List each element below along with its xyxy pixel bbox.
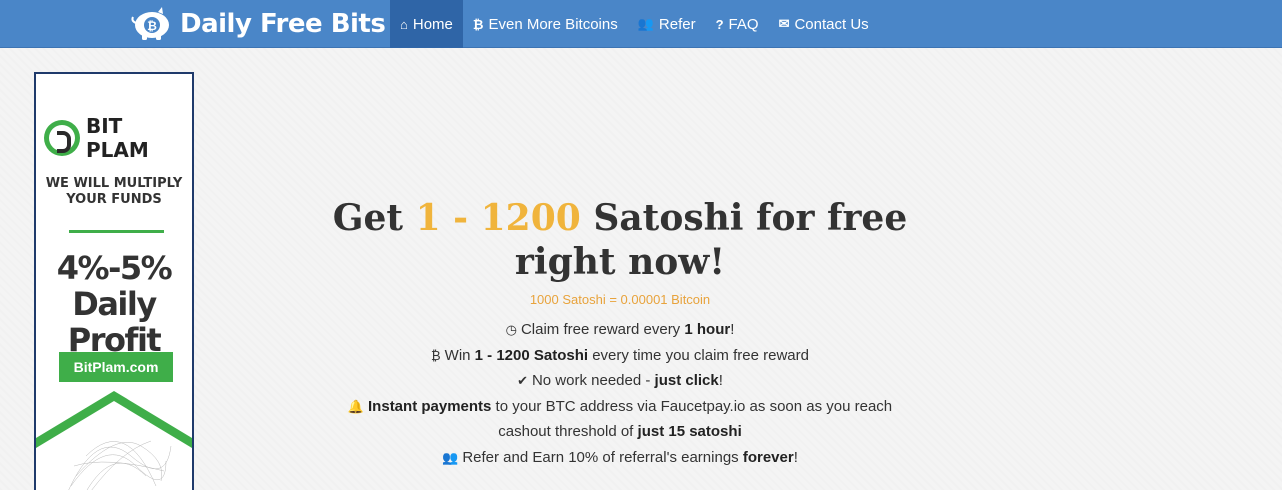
hero-title-pre: Get	[332, 197, 416, 239]
ad-profit-rate: 4%-5%	[56, 249, 173, 287]
clock-icon: ◷	[505, 322, 517, 337]
users-icon: 👥	[442, 449, 459, 465]
ad-profit-label: Daily Profit	[67, 285, 162, 359]
conversion-rate: 1000 Satoshi = 0.00001 Bitcoin	[529, 292, 711, 307]
main-nav: ⌂ Home ₿ Even More Bitcoins 👥 Refer? FAQ ✉ Conta…	[390, 0, 879, 48]
ad-logo: BIT PLAM	[44, 114, 192, 162]
svg-text:₿: ₿	[147, 19, 157, 33]
nav-label: Home	[412, 15, 453, 33]
brand-name: Daily Free Bits	[180, 9, 386, 39]
side-advertisement[interactable]: BIT PLAM WE WILL MULTIPLY YOUR FUNDS 4%-…	[34, 72, 194, 490]
nav-even-more-bitcoins[interactable]: ₿ Even More Bitcoins	[463, 0, 628, 48]
envelope-icon: ✉	[778, 16, 790, 31]
piggy-bank-bitcoin-icon: ₿	[131, 7, 169, 40]
feature-highlight: forever	[742, 448, 794, 466]
feature-item: ◷ Claim free reward every 1 hour!	[320, 317, 920, 343]
feature-highlight: Instant payments	[368, 397, 492, 415]
feature-text: !	[718, 372, 723, 389]
nav-contact-us[interactable]: ✉ Contact Us	[769, 0, 879, 48]
feature-item: 👥 Refer and Earn 10% of referral's earnin…	[320, 445, 920, 471]
feature-text: !	[793, 448, 798, 466]
brand-logo-link[interactable]: ₿ Daily Free Bits	[130, 6, 386, 42]
feature-item: ✔ No work needed - just click!	[320, 368, 920, 394]
hero-section: Get 1 - 1200 Satoshi for free right now!…	[320, 196, 920, 470]
hero-title-accent: 1 - 1200	[415, 197, 581, 239]
feature-highlight: 1 - 1200 Satoshi	[474, 346, 589, 364]
bitcoin-icon: ₿	[431, 347, 441, 363]
ad-cta-button[interactable]: BitPlam.com	[59, 352, 173, 382]
ad-tagline: WE WILL MULTIPLY YOUR FUNDS	[45, 176, 183, 207]
feature-highlight: just 15 satoshi	[637, 423, 742, 440]
top-navbar: ₿ Daily Free Bits ⌂ Home ₿ Even More Bitcoi…	[0, 0, 1282, 48]
feature-list: ◷ Claim free reward every 1 hour! ₿ Win 1 -…	[320, 317, 920, 470]
bitplam-logo-icon	[44, 120, 80, 156]
bitcoin-icon: ₿	[472, 16, 484, 32]
ad-house-graphic	[36, 391, 192, 490]
check-icon: ✔	[517, 373, 528, 388]
bell-icon: 🔔	[347, 398, 365, 414]
feature-text: No work needed -	[531, 372, 655, 389]
nav-label: FAQ	[728, 15, 759, 33]
feature-item: ₿ Win 1 - 1200 Satoshi every time you cla…	[320, 343, 920, 369]
nav-label: Refer	[658, 15, 696, 33]
feature-highlight: just click	[654, 372, 719, 389]
feature-text: every time you claim free reward	[588, 346, 809, 364]
question-icon: ?	[715, 16, 724, 32]
users-icon: 👥	[637, 16, 654, 31]
ad-profit-text: 4%-5% Daily Profit	[36, 250, 192, 358]
nav-faq[interactable]: ? FAQ	[706, 0, 769, 48]
nav-refer[interactable]: 👥 Refer	[628, 0, 706, 48]
home-icon: ⌂	[400, 16, 408, 32]
nav-label: Even More Bitcoins	[488, 15, 618, 33]
feature-highlight: 1 hour	[684, 321, 731, 338]
ad-divider	[69, 230, 164, 233]
nav-label: Contact Us	[794, 15, 869, 33]
feature-text: Claim free reward every	[520, 321, 685, 338]
feature-text: Win	[444, 346, 475, 364]
feature-item: 🔔 Instant payments to your BTC address vi…	[320, 394, 920, 445]
feature-text: !	[730, 321, 735, 338]
hero-title: Get 1 - 1200 Satoshi for free right now!	[320, 196, 920, 284]
feature-text: Refer and Earn 10% of referral's earning…	[462, 448, 743, 466]
ad-logo-text: BIT PLAM	[85, 114, 149, 162]
nav-home[interactable]: ⌂ Home	[390, 0, 463, 48]
